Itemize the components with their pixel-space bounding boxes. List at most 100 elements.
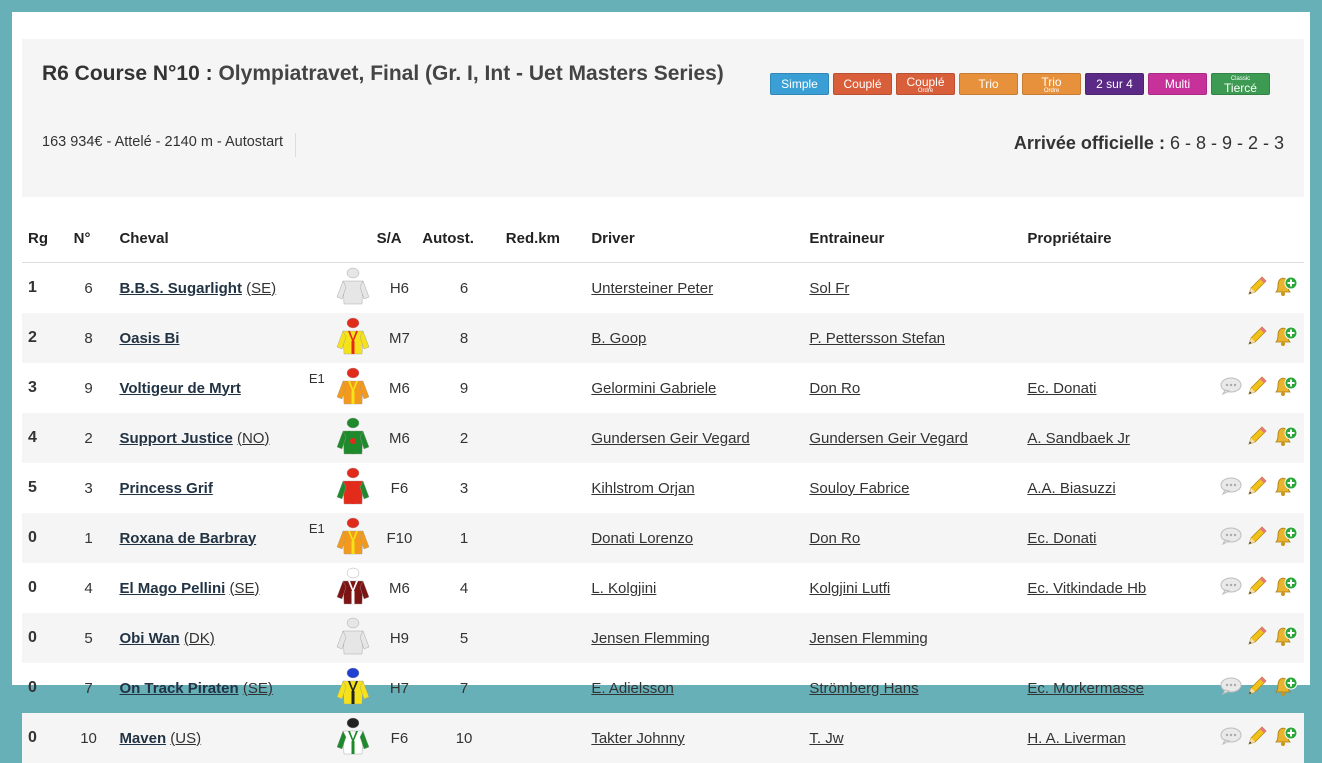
- pencil-icon[interactable]: [1246, 625, 1268, 651]
- trainer-link[interactable]: Don Ro: [809, 530, 860, 547]
- bet-button[interactable]: Multi: [1148, 73, 1207, 95]
- sex-age-cell: M6: [388, 379, 410, 397]
- ecurie-cell: [303, 463, 329, 513]
- driver-link[interactable]: Gundersen Geir Vegard: [591, 430, 749, 447]
- pencil-icon[interactable]: [1246, 275, 1268, 301]
- comment-icon[interactable]: [1220, 477, 1242, 499]
- owner-link[interactable]: Ec. Morkermasse: [1027, 680, 1144, 697]
- col-number[interactable]: N°: [73, 214, 104, 263]
- driver-cell: Untersteiner Peter: [591, 263, 809, 314]
- comment-icon[interactable]: [1220, 377, 1242, 399]
- comment-icon[interactable]: [1220, 727, 1242, 749]
- driver-link[interactable]: L. Kolgjini: [591, 580, 656, 597]
- bell-add-icon[interactable]: [1272, 375, 1298, 401]
- horse-link[interactable]: On Track Piraten: [119, 680, 238, 697]
- horse-link[interactable]: B.B.S. Sugarlight: [119, 280, 242, 297]
- owner-cell: A.A. Biasuzzi: [1027, 463, 1216, 513]
- rank-cell: 0: [22, 713, 74, 763]
- bet-button[interactable]: 2 sur 4: [1085, 73, 1144, 95]
- owner-link[interactable]: A. Sandbaek Jr: [1027, 430, 1130, 447]
- driver-link[interactable]: Donati Lorenzo: [591, 530, 693, 547]
- col-horse[interactable]: Cheval: [103, 214, 303, 263]
- owner-cell: Ec. Vitkindade Hb: [1027, 563, 1216, 613]
- col-autostart[interactable]: Autost.: [422, 214, 506, 263]
- col-owner[interactable]: Propriétaire: [1027, 214, 1216, 263]
- comment-icon[interactable]: [1220, 527, 1242, 549]
- trainer-link[interactable]: Sol Fr: [809, 280, 849, 297]
- pencil-icon[interactable]: [1246, 575, 1268, 601]
- trainer-link[interactable]: Souloy Fabrice: [809, 480, 909, 497]
- bet-button[interactable]: Trio Ordre: [1022, 73, 1081, 95]
- driver-link[interactable]: Untersteiner Peter: [591, 280, 713, 297]
- driver-link[interactable]: Gelormini Gabriele: [591, 380, 716, 397]
- horse-link[interactable]: Maven: [119, 730, 166, 747]
- driver-cell: B. Goop: [591, 313, 810, 363]
- pencil-icon[interactable]: [1246, 725, 1268, 751]
- bet-button[interactable]: Classic Tiercé: [1211, 73, 1270, 95]
- driver-link[interactable]: Kihlstrom Orjan: [591, 480, 694, 497]
- bet-label: Simple: [781, 77, 818, 91]
- horse-link[interactable]: Support Justice: [119, 430, 232, 447]
- horse-link[interactable]: Obi Wan: [119, 630, 179, 647]
- col-sex-age[interactable]: S/A: [376, 214, 423, 263]
- col-silk: [328, 214, 377, 263]
- comment-icon[interactable]: [1220, 577, 1242, 599]
- pencil-icon[interactable]: [1246, 375, 1268, 401]
- col-rank[interactable]: Rg: [22, 214, 74, 263]
- driver-link[interactable]: E. Adielsson: [591, 680, 674, 697]
- trainer-link[interactable]: T. Jw: [809, 730, 843, 747]
- bet-button[interactable]: Simple: [770, 73, 829, 95]
- trainer-link[interactable]: P. Pettersson Stefan: [809, 330, 945, 347]
- horse-link[interactable]: Oasis Bi: [119, 330, 179, 347]
- trainer-cell: Don Ro: [809, 513, 1028, 563]
- bell-add-icon[interactable]: [1272, 625, 1298, 651]
- bell-add-icon[interactable]: [1272, 475, 1298, 501]
- comment-icon[interactable]: [1220, 677, 1242, 699]
- bell-add-icon[interactable]: [1272, 425, 1298, 451]
- owner-link[interactable]: Ec. Donati: [1027, 530, 1096, 547]
- col-redkm[interactable]: Red.km: [505, 214, 592, 263]
- col-trainer[interactable]: Entraineur: [809, 214, 1028, 263]
- trainer-link[interactable]: Gundersen Geir Vegard: [809, 430, 967, 447]
- bell-add-icon[interactable]: [1272, 525, 1298, 551]
- bet-button[interactable]: Trio: [959, 73, 1018, 95]
- horse-link[interactable]: Voltigeur de Myrt: [119, 380, 240, 397]
- pencil-icon[interactable]: [1246, 325, 1268, 351]
- trainer-link[interactable]: Don Ro: [809, 380, 860, 397]
- bell-add-icon[interactable]: [1272, 325, 1298, 351]
- owner-link[interactable]: A.A. Biasuzzi: [1027, 480, 1115, 497]
- trainer-cell: Don Ro: [809, 363, 1027, 413]
- driver-cell: L. Kolgjini: [591, 563, 809, 613]
- horse-link[interactable]: El Mago Pellini: [119, 580, 225, 597]
- col-driver[interactable]: Driver: [591, 214, 810, 263]
- horse-country: (SE): [242, 679, 273, 697]
- owner-link[interactable]: H. A. Liverman: [1027, 730, 1125, 747]
- driver-link[interactable]: Jensen Flemming: [591, 630, 709, 647]
- bell-add-icon[interactable]: [1272, 575, 1298, 601]
- pencil-icon[interactable]: [1246, 525, 1268, 551]
- trainer-link[interactable]: Strömberg Hans: [809, 680, 918, 697]
- bell-add-icon[interactable]: [1272, 675, 1298, 701]
- silk-cell: [328, 313, 377, 363]
- driver-link[interactable]: B. Goop: [591, 330, 646, 347]
- bet-button[interactable]: Couplé Ordre: [896, 73, 955, 95]
- owner-link[interactable]: Ec. Donati: [1027, 380, 1096, 397]
- bet-small-label: Ordre: [917, 88, 934, 94]
- bet-button[interactable]: Couplé: [833, 73, 892, 95]
- pencil-icon[interactable]: [1246, 425, 1268, 451]
- sex-age-cell: M6: [376, 413, 423, 463]
- horse-country: (DK): [183, 629, 215, 647]
- trainer-link[interactable]: Kolgjini Lutfi: [809, 580, 890, 597]
- silk-cell: [329, 463, 377, 513]
- bell-add-icon[interactable]: [1272, 275, 1298, 301]
- pencil-icon[interactable]: [1246, 475, 1268, 501]
- trainer-link[interactable]: Jensen Flemming: [809, 630, 927, 647]
- actions-cell: [1216, 263, 1304, 314]
- owner-link[interactable]: Ec. Vitkindade Hb: [1027, 580, 1146, 597]
- bet-label: 2 sur 4: [1096, 77, 1133, 91]
- horse-link[interactable]: Roxana de Barbray: [119, 530, 256, 547]
- horse-link[interactable]: Princess Grif: [119, 480, 212, 497]
- driver-link[interactable]: Takter Johnny: [591, 730, 684, 747]
- bell-add-icon[interactable]: [1272, 725, 1298, 751]
- pencil-icon[interactable]: [1246, 675, 1268, 701]
